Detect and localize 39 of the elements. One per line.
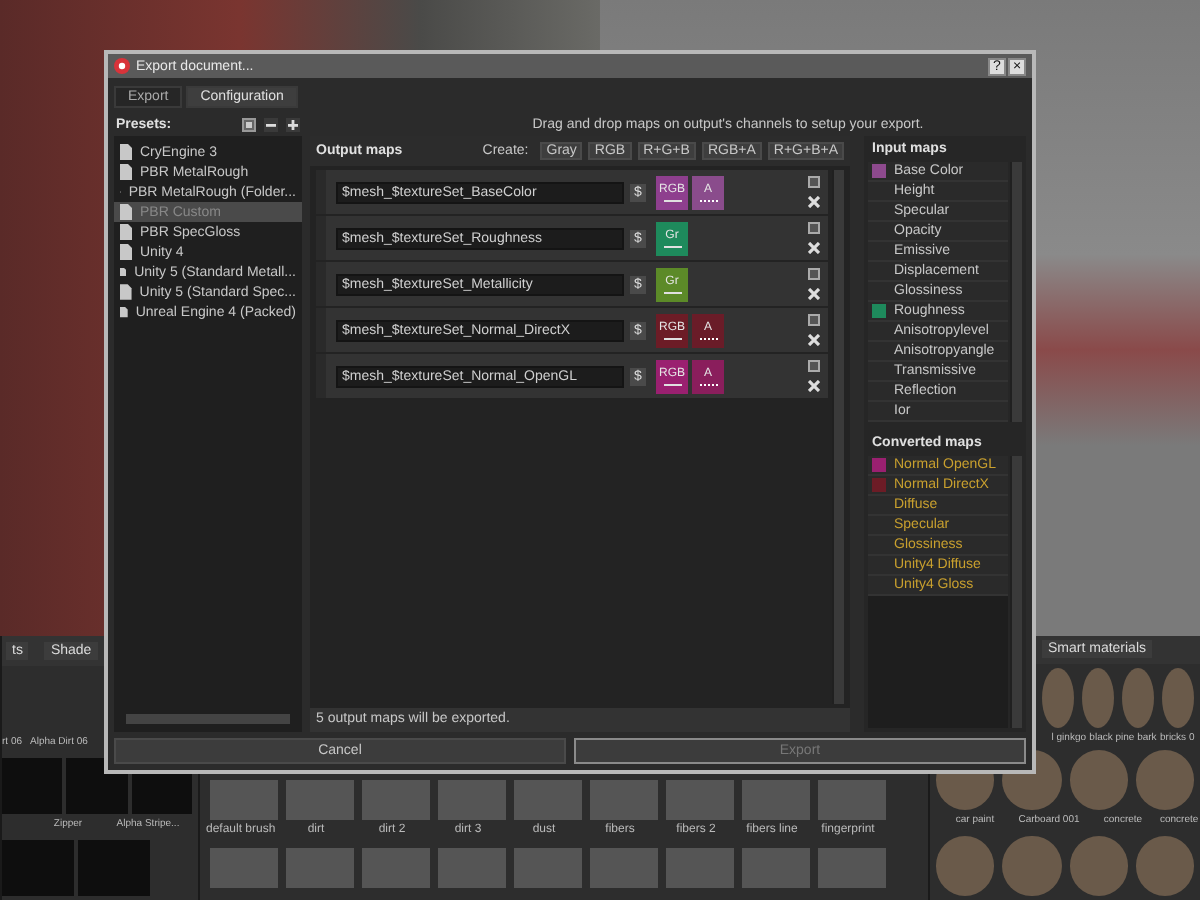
duplicate-icon[interactable] bbox=[808, 360, 820, 372]
delete-icon[interactable] bbox=[808, 242, 820, 254]
brush-thumbnail[interactable] bbox=[590, 780, 658, 820]
brush-thumbnail[interactable] bbox=[742, 780, 810, 820]
minus-icon[interactable] bbox=[264, 118, 278, 132]
duplicate-icon[interactable] bbox=[808, 222, 820, 234]
duplicate-icon[interactable] bbox=[808, 314, 820, 326]
brush-thumbnail[interactable] bbox=[818, 848, 886, 888]
brush-thumbnail[interactable] bbox=[2, 839, 74, 896]
brush-thumbnail[interactable] bbox=[666, 848, 734, 888]
delete-icon[interactable] bbox=[808, 334, 820, 346]
brush-thumbnail[interactable] bbox=[438, 780, 506, 820]
app-icon bbox=[114, 58, 130, 74]
brush-thumbnail[interactable] bbox=[362, 780, 430, 820]
brush-thumbnail[interactable] bbox=[210, 848, 278, 888]
plus-icon[interactable] bbox=[286, 118, 300, 132]
brush-thumbnail[interactable] bbox=[438, 848, 506, 888]
brush-thumbnail[interactable] bbox=[210, 780, 278, 820]
brush-thumbnail[interactable] bbox=[362, 848, 430, 888]
vertical-scrollbar[interactable] bbox=[832, 170, 844, 704]
brush-thumbnail[interactable] bbox=[742, 848, 810, 888]
vertical-scrollbar[interactable] bbox=[1010, 162, 1022, 422]
brush-thumbnail[interactable] bbox=[666, 780, 734, 820]
brush-thumbnail[interactable] bbox=[286, 780, 354, 820]
duplicate-icon[interactable] bbox=[808, 268, 820, 280]
duplicate-icon[interactable] bbox=[242, 118, 256, 132]
duplicate-icon[interactable] bbox=[808, 176, 820, 188]
brush-thumbnail[interactable] bbox=[286, 848, 354, 888]
brush-thumbnail[interactable] bbox=[78, 839, 150, 896]
delete-icon[interactable] bbox=[808, 380, 820, 392]
brush-thumbnail[interactable] bbox=[2, 757, 63, 814]
brush-thumbnail[interactable] bbox=[590, 848, 658, 888]
delete-icon[interactable] bbox=[808, 288, 820, 300]
delete-icon[interactable] bbox=[808, 196, 820, 208]
vertical-scrollbar[interactable] bbox=[1010, 456, 1022, 728]
brush-thumbnail[interactable] bbox=[514, 848, 582, 888]
horizontal-scrollbar[interactable] bbox=[126, 714, 290, 724]
brush-thumbnail[interactable] bbox=[514, 780, 582, 820]
brush-thumbnail[interactable] bbox=[818, 780, 886, 820]
